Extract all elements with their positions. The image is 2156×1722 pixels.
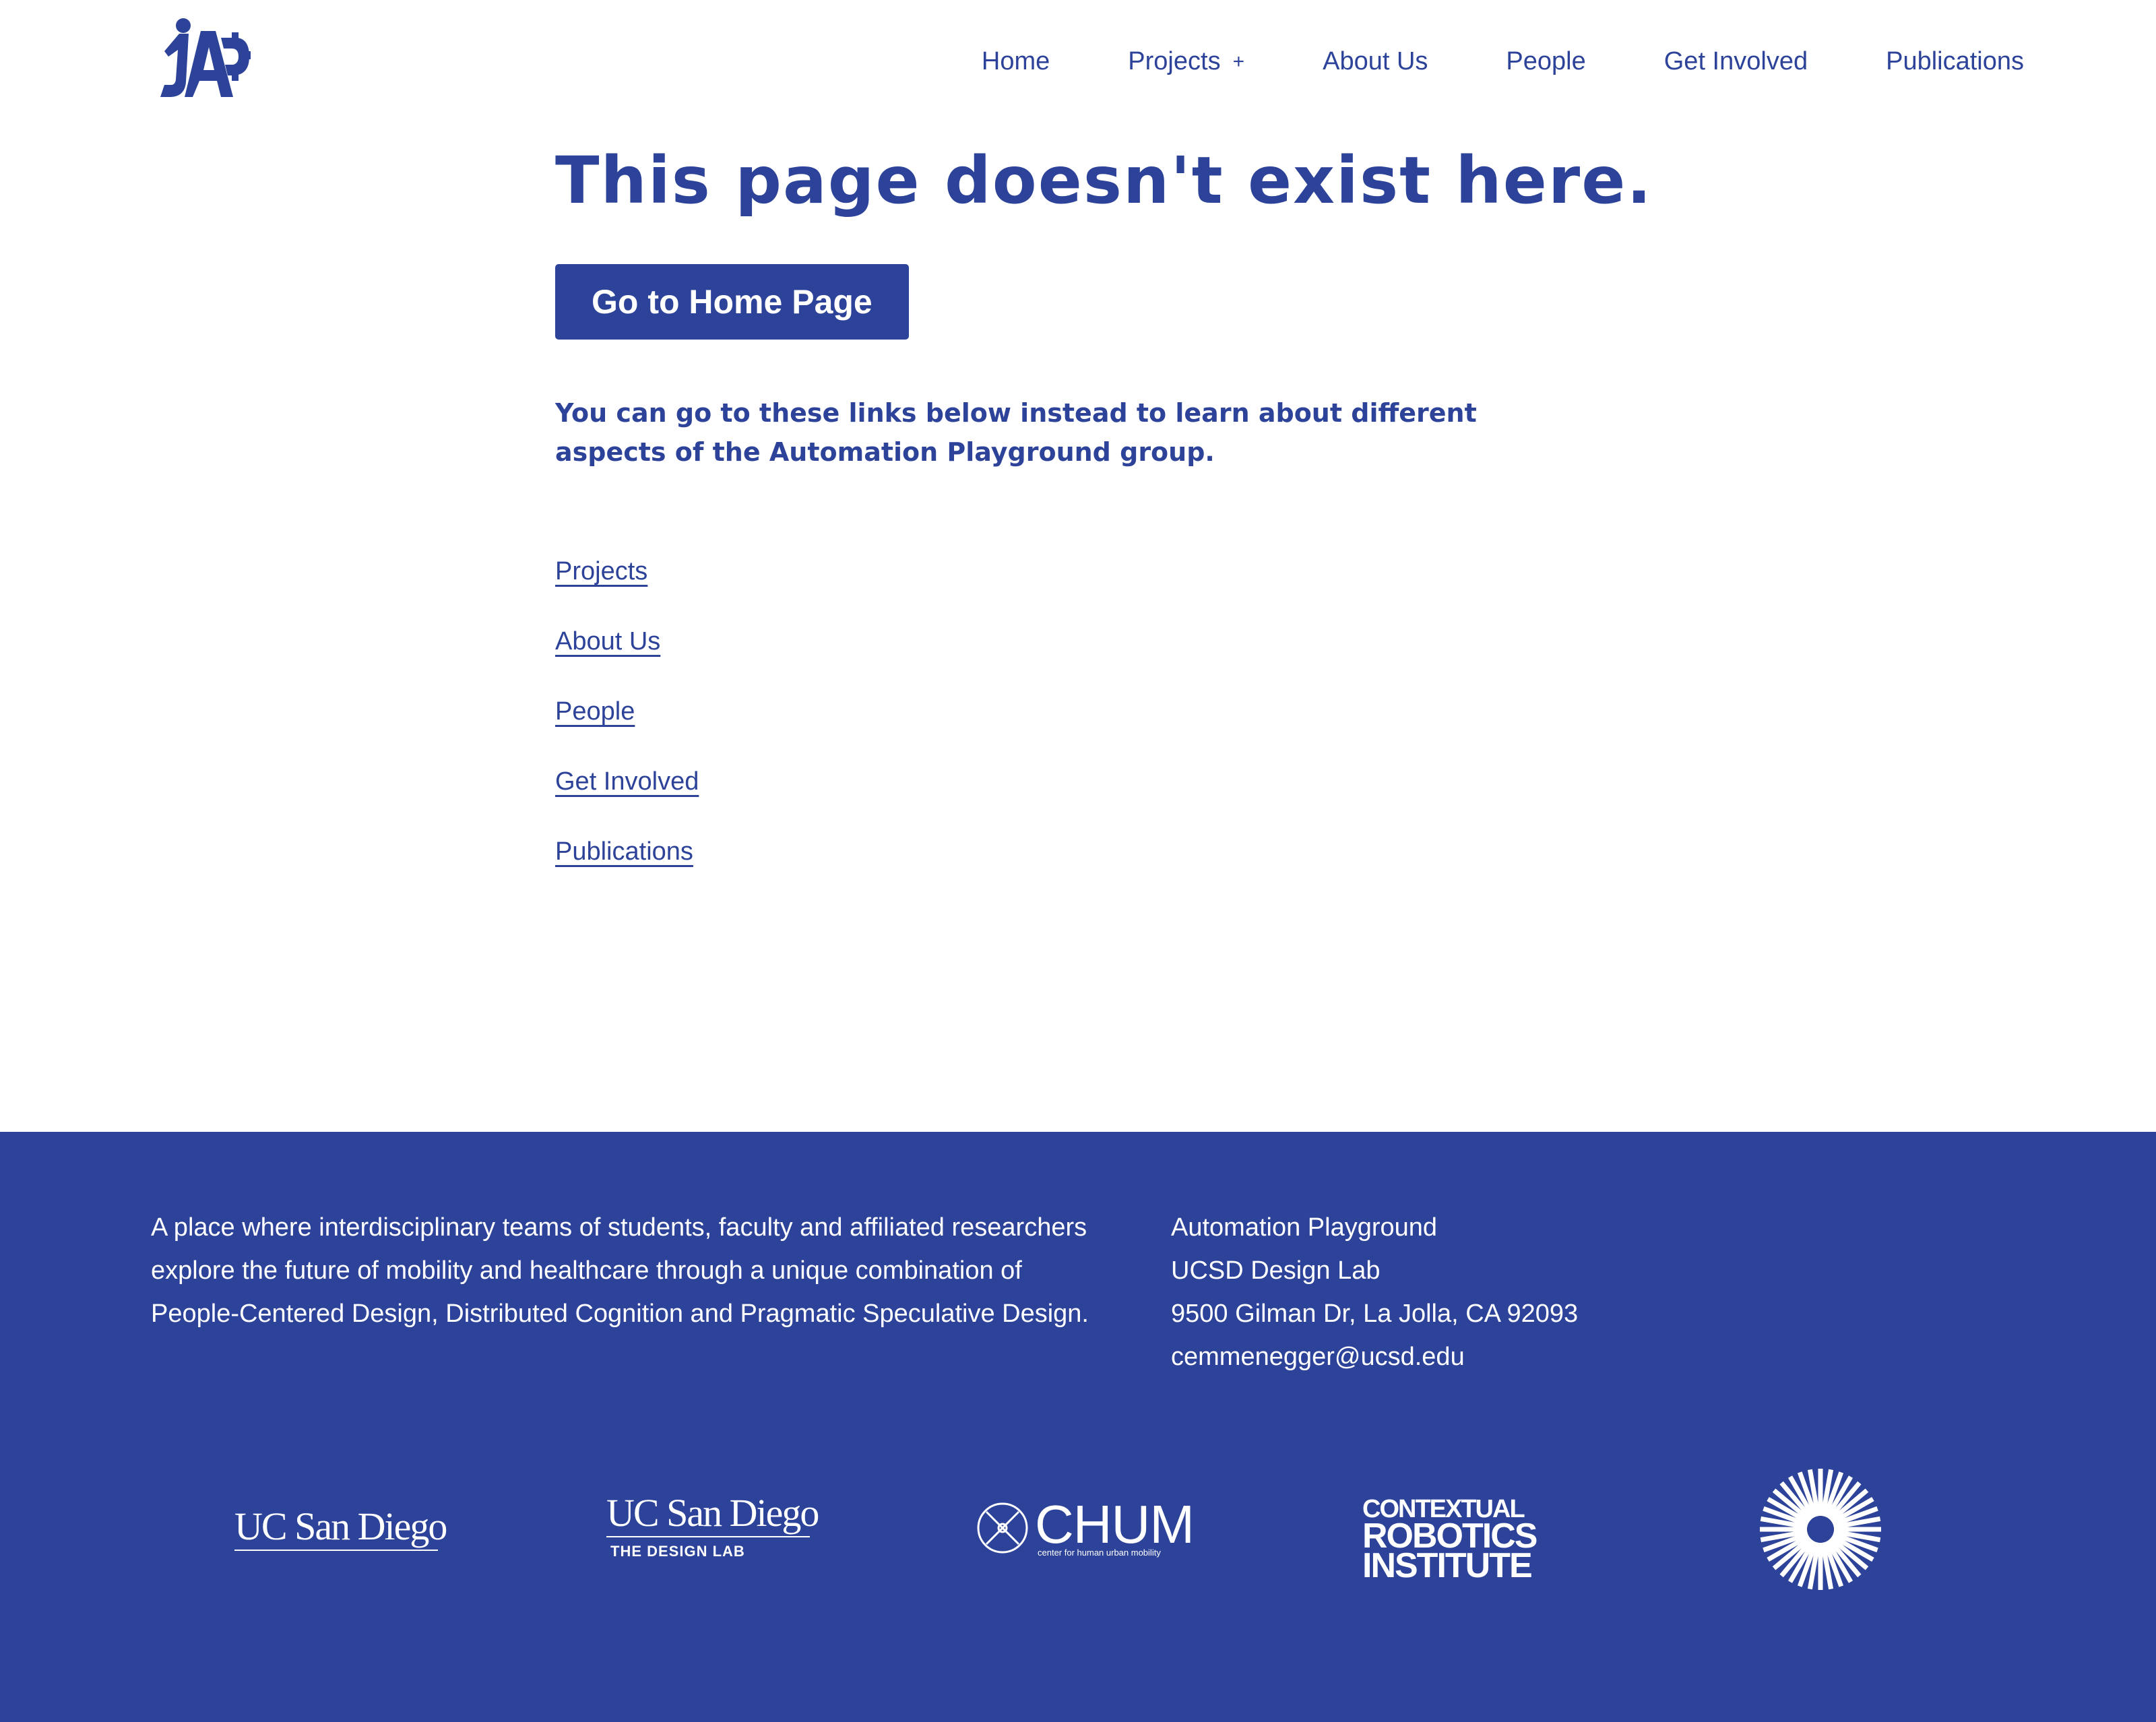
contact-address: 9500 Gilman Dr, La Jolla, CA 92093	[1171, 1300, 1579, 1328]
footer-description: A place where interdisciplinary teams of…	[151, 1213, 1089, 1328]
nav-home-label: Home	[981, 47, 1050, 75]
nav-people-label: People	[1506, 47, 1586, 75]
chum-name: CHUM	[1035, 1494, 1195, 1554]
contextual-robotics-logo[interactable]: CONTEXTUAL ROBOTICS INSTITUTE	[1362, 1496, 1537, 1585]
link-projects[interactable]: Projects	[555, 555, 647, 587]
nav-get-involved[interactable]: Get Involved	[1664, 47, 1808, 76]
link-people[interactable]: People	[555, 695, 635, 728]
design-lab-rule	[606, 1536, 810, 1537]
nav-publications-label: Publications	[1886, 47, 2024, 75]
ucsd-logo[interactable]: UC San Diego	[234, 1504, 447, 1552]
go-home-button[interactable]: Go to Home Page	[555, 264, 909, 340]
link-list: Projects About Us People Get Involved Pu…	[555, 555, 1606, 868]
main-nav: Home Projects + About Us People Get Invol…	[982, 47, 2024, 76]
nav-about-us-label: About Us	[1323, 47, 1428, 75]
chum-sub: center for human urban mobility	[1038, 1548, 1161, 1558]
sunburst-logo[interactable]	[1757, 1466, 1884, 1593]
design-lab-sub: THE DESIGN LAB	[610, 1543, 745, 1560]
site-header: AP Home Projects + About Us People Get In…	[0, 0, 2156, 135]
page-title: This page doesn't exist here.	[555, 143, 1653, 218]
design-lab-logo[interactable]: UC San Diego THE DESIGN LAB	[606, 1491, 819, 1567]
main-content: This page doesn't exist here. Go to Home…	[555, 139, 1653, 905]
nav-publications[interactable]: Publications	[1886, 47, 2024, 76]
link-about-us[interactable]: About Us	[555, 625, 660, 658]
partner-logos: UC San Diego UC San Diego THE DESIGN LAB…	[0, 1469, 2156, 1617]
ucsd-logo-text: UC San Diego	[234, 1504, 447, 1548]
chum-logo[interactable]: CHUM center for human urban mobility	[976, 1496, 1195, 1559]
nav-projects[interactable]: Projects +	[1128, 47, 1244, 76]
plus-icon[interactable]: +	[1233, 51, 1245, 73]
footer-contact: Automation Playground UCSD Design Lab 95…	[1171, 1206, 1578, 1378]
nav-get-involved-label: Get Involved	[1663, 47, 1808, 75]
automation-playground-logo[interactable]: AP	[159, 18, 251, 101]
contact-org: Automation Playground	[1171, 1213, 1438, 1242]
contact-lab: UCSD Design Lab	[1171, 1256, 1381, 1285]
nav-projects-label: Projects	[1128, 47, 1221, 75]
ucsd-logo-rule	[234, 1550, 438, 1551]
site-footer: A place where interdisciplinary teams of…	[0, 1132, 2156, 1722]
intro-text: You can go to these links below instead …	[555, 398, 1477, 467]
contact-email[interactable]: cemmenegger@ucsd.edu	[1171, 1335, 1578, 1378]
nav-about-us[interactable]: About Us	[1323, 47, 1428, 76]
cri-line-3: INSTITUTE	[1362, 1546, 1533, 1585]
compass-icon	[977, 1502, 1028, 1554]
link-get-involved[interactable]: Get Involved	[555, 765, 699, 798]
nav-people[interactable]: People	[1506, 47, 1585, 76]
design-lab-name: UC San Diego	[606, 1491, 819, 1535]
nav-home[interactable]: Home	[982, 47, 1050, 76]
link-publications[interactable]: Publications	[555, 835, 693, 868]
